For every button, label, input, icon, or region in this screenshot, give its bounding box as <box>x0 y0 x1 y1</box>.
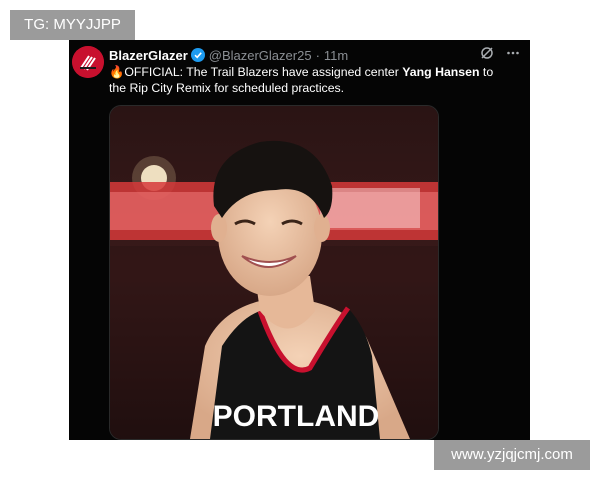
tg-watermark: TG: MYYJJPP <box>10 10 135 40</box>
site-watermark: www.yzjqjcmj.com <box>434 440 590 470</box>
display-name[interactable]: BlazerGlazer <box>109 48 188 63</box>
grok-icon[interactable] <box>480 46 494 63</box>
user-handle[interactable]: @BlazerGlazer25 <box>209 48 312 63</box>
tweet-header: BlazerGlazer @BlazerGlazer25 · 11m <box>109 46 348 64</box>
player-name: Yang Hansen <box>402 65 480 79</box>
separator-dot: · <box>315 47 320 63</box>
tweet-text-part1: OFFICIAL: The Trail Blazers have assigne… <box>124 65 403 79</box>
tweet-actions-top <box>480 46 520 63</box>
tweet-card[interactable]: BlazerGlazer @BlazerGlazer25 · 11m 🔥OFFI… <box>69 40 530 440</box>
more-options-icon[interactable] <box>506 46 520 63</box>
jersey-text: PORTLAND <box>213 400 380 433</box>
player-photo-image: PORTLAND <box>110 106 438 439</box>
tweet-text: 🔥OFFICIAL: The Trail Blazers have assign… <box>109 64 504 96</box>
timestamp[interactable]: 11m <box>324 48 348 63</box>
fire-emoji: 🔥 <box>109 65 125 79</box>
tweet-photo[interactable]: PORTLAND <box>109 105 439 440</box>
trail-blazers-logo-icon <box>72 46 104 78</box>
verified-badge-icon <box>190 48 205 62</box>
avatar[interactable] <box>72 46 104 78</box>
